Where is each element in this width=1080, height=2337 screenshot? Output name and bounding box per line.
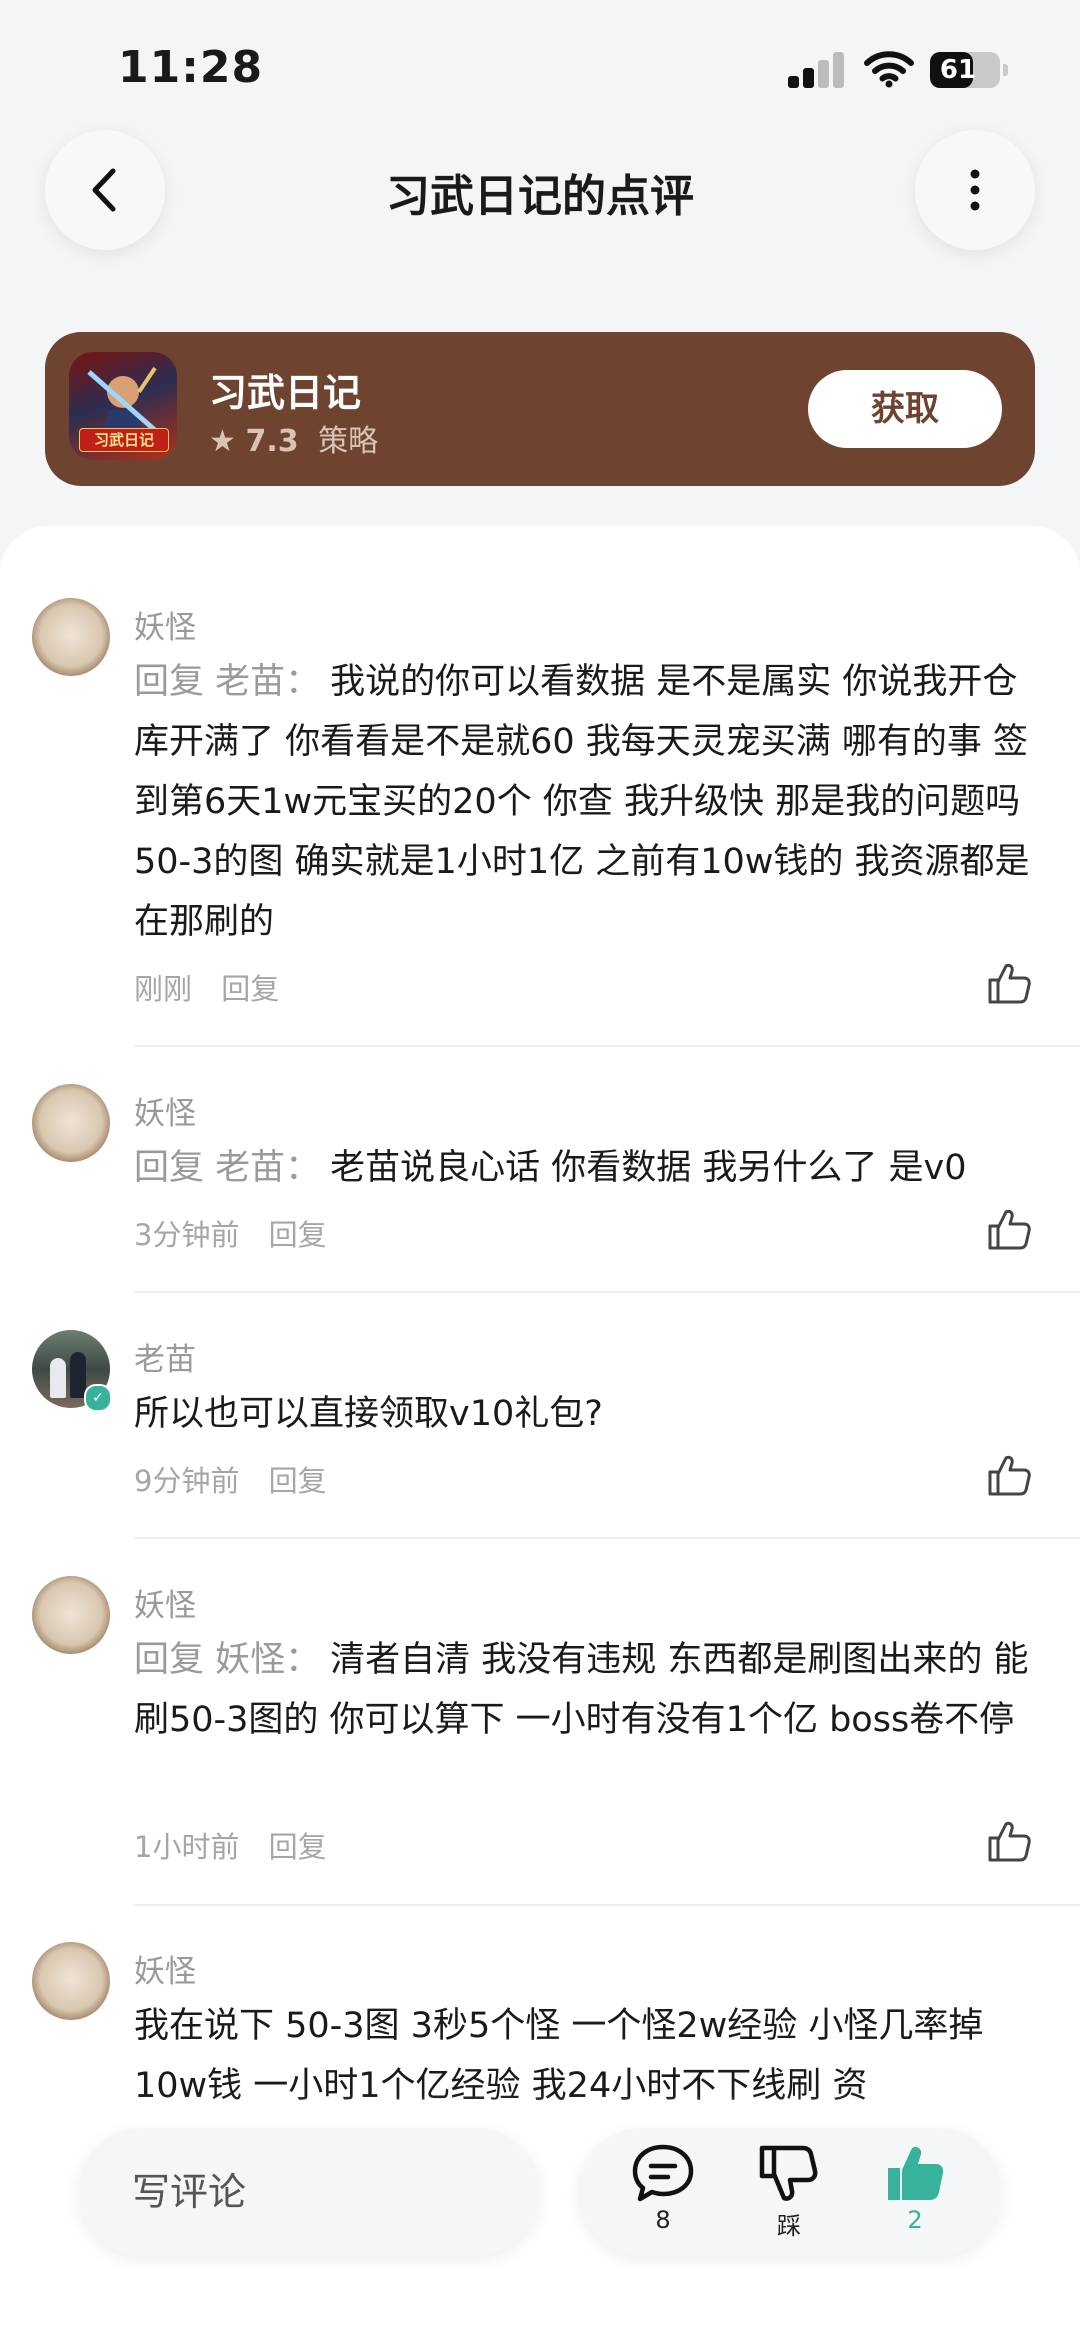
avatar[interactable] — [32, 598, 110, 676]
comment-username[interactable]: 妖怪 — [134, 1946, 196, 1991]
reply-button[interactable]: 回复 — [269, 1830, 327, 1864]
avatar[interactable] — [32, 1084, 110, 1162]
comment-text: 所以也可以直接领取v10礼包? — [134, 1394, 603, 1434]
reply-prefix: 回复 老苗： — [134, 1148, 321, 1188]
reply-button[interactable]: 回复 — [269, 1464, 327, 1498]
write-comment-input[interactable]: 写评论 — [78, 2128, 540, 2256]
battery-icon: 61 — [930, 52, 1008, 88]
comment-time: 1小时前 — [134, 1830, 240, 1864]
comment-body: 回复 老苗： 老苗说良心话 你看数据 我另什么了 是v0 — [134, 1138, 1034, 1198]
comment-text: 老苗说良心话 你看数据 我另什么了 是v0 — [330, 1148, 967, 1188]
comment-time: 刚刚 — [134, 972, 193, 1006]
app-name: 习武日记 — [209, 371, 362, 415]
comment-body: 回复 妖怪： 清者自清 我没有违规 东西都是刷图出来的 能刷50-3图的 你可以算… — [134, 1630, 1034, 1750]
star-icon: ★ — [209, 424, 236, 459]
comment-meta: 9分钟前 回复 — [134, 1458, 327, 1500]
like-icon[interactable] — [986, 1206, 1032, 1252]
comment-time: 3分钟前 — [134, 1218, 240, 1252]
like-button[interactable]: 2 — [870, 2142, 960, 2234]
comment-meta: 刚刚 回复 — [134, 966, 279, 1008]
status-bar: 11:28 61 — [0, 0, 1080, 130]
avatar[interactable] — [32, 1942, 110, 2020]
comments-card: 妖怪 回复 老苗： 我说的你可以看数据 是不是属实 你说我开仓库开满了 你看看是不… — [0, 526, 1080, 2337]
comment-username[interactable]: 妖怪 — [134, 1580, 196, 1625]
app-icon[interactable]: 习武日记 — [69, 352, 177, 460]
more-button[interactable] — [915, 130, 1035, 250]
comment-username[interactable]: 老苗 — [134, 1334, 196, 1379]
like-icon[interactable] — [986, 1818, 1032, 1864]
like-icon[interactable] — [986, 1452, 1032, 1498]
comment-meta: 1小时前 回复 — [134, 1824, 327, 1866]
battery-level: 61 — [939, 55, 977, 85]
signal-icon — [788, 52, 844, 88]
comment-icon — [632, 2144, 694, 2202]
wifi-icon — [864, 50, 914, 92]
app-icon-caption: 习武日记 — [79, 428, 169, 452]
write-placeholder: 写评论 — [132, 2170, 247, 2214]
reply-button[interactable]: 回复 — [269, 1218, 327, 1252]
action-group: 8 踩 2 — [578, 2128, 1002, 2256]
comment-button[interactable]: 8 — [618, 2142, 708, 2234]
avatar[interactable] — [32, 1576, 110, 1654]
comment-body: 所以也可以直接领取v10礼包? — [134, 1384, 1034, 1444]
comment-username[interactable]: 妖怪 — [134, 602, 196, 647]
dislike-label: 踩 — [777, 2212, 801, 2240]
more-icon — [970, 169, 980, 211]
comment-text: 我在说下 50-3图 3秒5个怪 一个怪2w经验 小怪几率掉10w钱 一小时1个… — [134, 2006, 984, 2106]
comment-meta: 3分钟前 回复 — [134, 1212, 327, 1254]
app-category: 策略 — [318, 424, 379, 459]
like-filled-icon — [888, 2146, 944, 2200]
verified-badge-icon: ✓ — [84, 1384, 112, 1412]
dislike-button[interactable]: 踩 — [744, 2142, 834, 2241]
get-button[interactable]: 获取 — [808, 370, 1002, 448]
dislike-icon — [759, 2145, 818, 2201]
comment-body: 回复 老苗： 我说的你可以看数据 是不是属实 你说我开仓库开满了 你看看是不是就6… — [134, 652, 1034, 952]
comment-time: 9分钟前 — [134, 1464, 240, 1498]
reply-prefix: 回复 老苗： — [134, 662, 321, 702]
comment-count: 8 — [655, 2206, 671, 2234]
reply-button[interactable]: 回复 — [221, 972, 279, 1006]
reply-prefix: 回复 妖怪： — [134, 1640, 321, 1680]
app-meta: ★ 7.3 策略 — [209, 416, 378, 460]
comment-username[interactable]: 妖怪 — [134, 1088, 196, 1133]
comment-text: 我说的你可以看数据 是不是属实 你说我开仓库开满了 你看看是不是就60 我每天灵… — [134, 662, 1030, 942]
status-time: 11:28 — [118, 42, 264, 93]
app-banner[interactable]: 习武日记 习武日记 ★ 7.3 策略 获取 — [45, 332, 1035, 486]
app-rating: 7.3 — [245, 424, 299, 459]
like-count: 2 — [907, 2206, 923, 2234]
like-icon[interactable] — [986, 960, 1032, 1006]
